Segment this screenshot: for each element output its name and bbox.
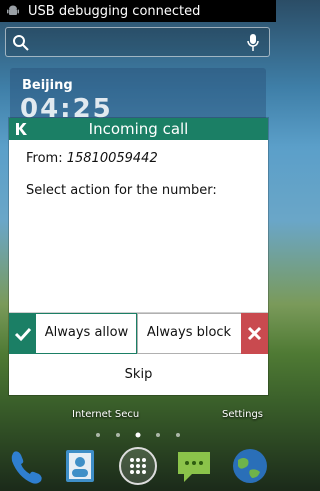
dialog-title: Incoming call [88, 120, 189, 138]
clock-widget[interactable]: Beijing 04:25 [10, 68, 266, 124]
home-label-internet[interactable]: Internet Secu [72, 409, 139, 420]
incoming-call-dialog: Incoming call From: 15810059442 Select a… [9, 118, 268, 395]
phone-icon[interactable] [6, 446, 46, 486]
apps-icon[interactable] [118, 446, 158, 486]
close-icon[interactable] [241, 313, 268, 354]
block-icon-box[interactable] [241, 313, 268, 354]
always-block-button[interactable]: Always block [137, 313, 268, 354]
dialog-header: Incoming call [9, 118, 268, 140]
from-label: From: [26, 151, 63, 166]
allow-icon-box[interactable] [9, 313, 36, 354]
search-bar[interactable] [5, 27, 270, 57]
always-allow-button[interactable]: Always allow [9, 313, 137, 354]
caller-number: 15810059442 [66, 151, 158, 166]
search-icon[interactable] [12, 34, 29, 51]
status-text: USB debugging connected [28, 3, 201, 19]
contacts-icon[interactable] [60, 446, 100, 486]
status-bar: USB debugging connected [0, 0, 276, 22]
always-allow-label[interactable]: Always allow [37, 325, 136, 340]
page-indicator [96, 432, 180, 438]
check-icon[interactable] [9, 313, 36, 354]
dock [0, 440, 276, 491]
caller-info: From: 15810059442 [26, 151, 158, 166]
mic-icon[interactable] [247, 33, 259, 52]
home-label-settings[interactable]: Settings [222, 409, 263, 420]
skip-button[interactable]: Skip [9, 354, 268, 395]
action-row: Always allow Always block [9, 312, 268, 354]
clock-city: Beijing [22, 78, 73, 93]
action-prompt: Select action for the number: [26, 183, 217, 198]
android-icon [7, 5, 19, 15]
messaging-icon[interactable] [174, 446, 214, 486]
browser-icon[interactable] [230, 446, 270, 486]
always-block-label[interactable]: Always block [138, 325, 240, 340]
